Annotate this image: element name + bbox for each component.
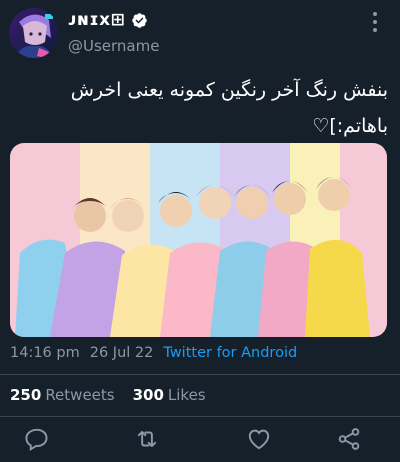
heart-icon[interactable] — [246, 426, 272, 452]
tweet-source-link[interactable]: Twitter for Android — [163, 345, 297, 361]
tweet-text-line-2: باهاتم:]♡ — [312, 115, 388, 137]
user-handle[interactable]: @Username — [68, 37, 159, 55]
avatar[interactable] — [9, 8, 59, 58]
tweet-header: ᴊɴɪx⊞ @Username — [0, 0, 400, 66]
name-row: ᴊɴɪx⊞ — [68, 10, 148, 30]
tweet-text: بنفش رنگ آخر رنگین کمونه یعنی اخرش باهات… — [12, 72, 388, 144]
tweet-meta: 14:16 pm 26 Jul 22 Twitter for Android — [10, 345, 297, 361]
retweets-label: Retweets — [45, 386, 115, 404]
tweet-photo[interactable] — [10, 143, 387, 337]
tweet-stats: 250 Retweets 300 Likes — [10, 386, 206, 404]
verified-badge-icon — [132, 12, 148, 28]
display-name[interactable]: ᴊɴɪx⊞ — [68, 10, 125, 30]
likes-count: 300 — [132, 386, 164, 404]
tweet-text-line-1: بنفش رنگ آخر رنگین کمونه یعنی اخرش — [70, 79, 388, 101]
tweet-actions — [0, 423, 400, 455]
divider — [0, 374, 400, 375]
more-vertical-icon[interactable] — [372, 12, 378, 32]
retweets-count: 250 — [10, 386, 42, 404]
reply-icon[interactable] — [24, 426, 50, 452]
share-icon[interactable] — [336, 426, 362, 452]
divider — [0, 416, 400, 417]
likes-stat[interactable]: 300 Likes — [133, 386, 206, 404]
tweet-date: 26 Jul 22 — [89, 345, 154, 361]
retweets-stat[interactable]: 250 Retweets — [10, 386, 115, 404]
likes-label: Likes — [167, 386, 206, 404]
tweet-time: 14:16 pm — [10, 345, 80, 361]
retweet-icon[interactable] — [134, 426, 160, 452]
